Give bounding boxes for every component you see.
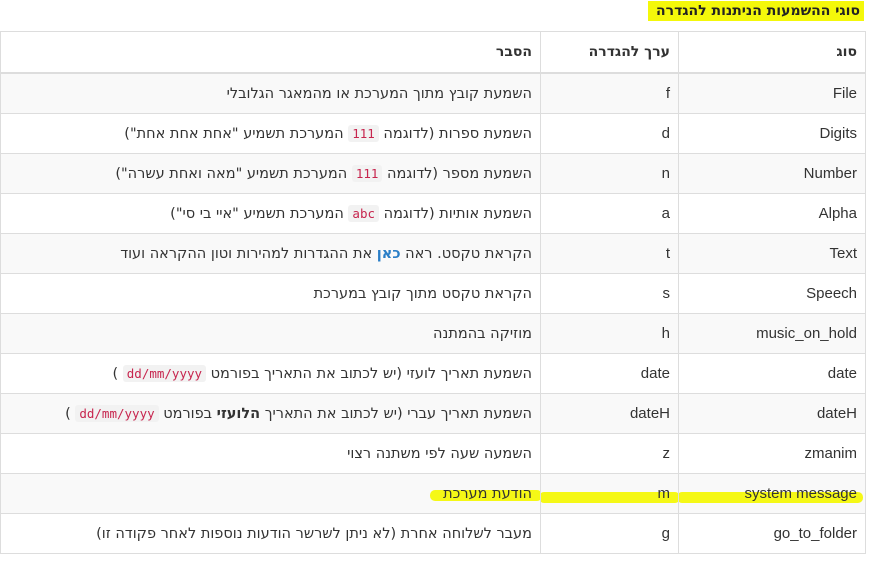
example-code: 111 xyxy=(348,124,379,142)
value-cell: h xyxy=(540,313,679,354)
table-row-highlighted: system message m הודעת מערכת xyxy=(0,473,866,514)
example-code: dd/mm/yyyy xyxy=(122,364,207,382)
explanation-cell: השמעת אותיות (לדוגמה abc המערכת תשמיע "א… xyxy=(0,193,541,234)
text-settings-link[interactable]: כאן xyxy=(377,246,401,262)
value-cell: n xyxy=(540,153,679,194)
example-code: 111 xyxy=(351,164,383,182)
emphasis-text: הלועזי xyxy=(216,405,261,422)
table-row: Speech s הקראת טקסט מתוך קובץ במערכת xyxy=(0,273,866,314)
explanation-cell: השמעת ספרות (לדוגמה 111 המערכת תשמיע "אח… xyxy=(0,113,541,154)
type-cell: Speech xyxy=(678,273,866,314)
table-row: Number n השמעת מספר (לדוגמה 111 המערכת ת… xyxy=(0,153,866,194)
explanation-text: ) xyxy=(65,405,76,422)
value-cell: m xyxy=(540,473,679,514)
explanation-text: השמעת מספר (לדוגמה xyxy=(382,165,532,182)
explanation-text: המערכת תשמיע "מאה ואחת עשרה") xyxy=(115,165,352,182)
table-row: File f השמעת קובץ מתוך המערכת או מהמאגר … xyxy=(0,72,866,114)
value-cell: z xyxy=(540,433,679,474)
type-cell: File xyxy=(678,72,866,114)
type-cell: music_on_hold xyxy=(678,313,866,354)
example-code: abc xyxy=(348,204,379,222)
explanation-text: השמעת אותיות (לדוגמה xyxy=(379,205,532,222)
value-cell: date xyxy=(540,353,679,394)
type-cell: Alpha xyxy=(678,193,866,234)
value-cell: dateH xyxy=(540,393,679,434)
explanation-text: השמעת תאריך לועזי (יש לכתוב את התאריך בפ… xyxy=(206,365,532,382)
type-cell: system message xyxy=(678,473,866,514)
table-row: Alpha a השמעת אותיות (לדוגמה abc המערכת … xyxy=(0,193,866,234)
value-cell: s xyxy=(540,273,679,314)
playback-types-table: סוג ערך להגדרה הסבר File f השמעת קובץ מת… xyxy=(0,31,866,554)
explanation-cell: הודעת מערכת xyxy=(0,473,541,514)
type-cell: go_to_folder xyxy=(678,513,866,554)
explanation-cell: הקראת טקסט. ראה כאן את ההגדרות למהירות ו… xyxy=(0,233,541,274)
type-cell: Number xyxy=(678,153,866,194)
type-cell: Digits xyxy=(678,113,866,154)
table-row: zmanim z השמעה שעה לפי משתנה רצוי xyxy=(0,433,866,474)
table-row: go_to_folder g מעבר לשלוחה אחרת (לא ניתן… xyxy=(0,513,866,554)
explanation-text: השמעת ספרות (לדוגמה xyxy=(378,125,532,142)
column-header-type: סוג xyxy=(678,31,866,74)
table-row: music_on_hold h מוזיקה בהמתנה xyxy=(0,313,866,354)
table-row: date date השמעת תאריך לועזי (יש לכתוב את… xyxy=(0,353,866,394)
explanation-text: את ההגדרות למהירות וטון ההקראה ועוד xyxy=(120,245,377,262)
explanation-text: המערכת תשמיע "אחת אחת אחת") xyxy=(124,125,349,142)
explanation-text: השמעה שעה לפי משתנה רצוי xyxy=(347,445,532,462)
explanation-text: ) xyxy=(112,365,123,382)
type-cell: Text xyxy=(678,233,866,274)
explanation-cell: השמעת מספר (לדוגמה 111 המערכת תשמיע "מאה… xyxy=(0,153,541,194)
type-cell: date xyxy=(678,353,866,394)
explanation-text: הודעת מערכת xyxy=(443,485,532,502)
explanation-text: השמעת קובץ מתוך המערכת או מהמאגר הגלובלי xyxy=(226,85,532,102)
explanation-cell: השמעת קובץ מתוך המערכת או מהמאגר הגלובלי xyxy=(0,72,541,114)
explanation-text: הקראת טקסט מתוך קובץ במערכת xyxy=(313,285,532,302)
explanation-text: הקראת טקסט. ראה xyxy=(400,245,532,262)
table-row: Text t הקראת טקסט. ראה כאן את ההגדרות למ… xyxy=(0,233,866,274)
explanation-cell: השמעת תאריך לועזי (יש לכתוב את התאריך בפ… xyxy=(0,353,541,394)
explanation-cell: הקראת טקסט מתוך קובץ במערכת xyxy=(0,273,541,314)
type-text: system message xyxy=(744,485,857,502)
type-cell: zmanim xyxy=(678,433,866,474)
explanation-text: השמעת תאריך עברי (יש לכתוב את התאריך xyxy=(260,405,532,422)
explanation-text: מעבר לשלוחה אחרת (לא ניתן לשרשר הודעות נ… xyxy=(96,525,532,542)
title-wrap: סוגי ההשמעות הניתנות להגדרה xyxy=(648,0,864,22)
value-cell: d xyxy=(540,113,679,154)
explanation-cell: מוזיקה בהמתנה xyxy=(0,313,541,354)
table-header-row: סוג ערך להגדרה הסבר xyxy=(0,31,866,74)
page-title: סוגי ההשמעות הניתנות להגדרה xyxy=(648,1,864,21)
value-cell: g xyxy=(540,513,679,554)
table-row: Digits d השמעת ספרות (לדוגמה 111 המערכת … xyxy=(0,113,866,154)
explanation-text: המערכת תשמיע "איי בי סי") xyxy=(170,205,349,222)
explanation-text: מוזיקה בהמתנה xyxy=(433,325,532,342)
type-cell: dateH xyxy=(678,393,866,434)
example-code: dd/mm/yyyy xyxy=(75,404,159,422)
explanation-cell: השמעה שעה לפי משתנה רצוי xyxy=(0,433,541,474)
explanation-cell: השמעת תאריך עברי (יש לכתוב את התאריך הלו… xyxy=(0,393,541,434)
value-cell: a xyxy=(540,193,679,234)
explanation-cell: מעבר לשלוחה אחרת (לא ניתן לשרשר הודעות נ… xyxy=(0,513,541,554)
table-row: dateH dateH השמעת תאריך עברי (יש לכתוב א… xyxy=(0,393,866,434)
column-header-explanation: הסבר xyxy=(0,31,541,74)
explanation-text: בפורמט xyxy=(158,405,217,422)
value-cell: t xyxy=(540,233,679,274)
column-header-value: ערך להגדרה xyxy=(540,31,679,74)
value-text: m xyxy=(657,485,671,502)
value-cell: f xyxy=(540,72,679,114)
